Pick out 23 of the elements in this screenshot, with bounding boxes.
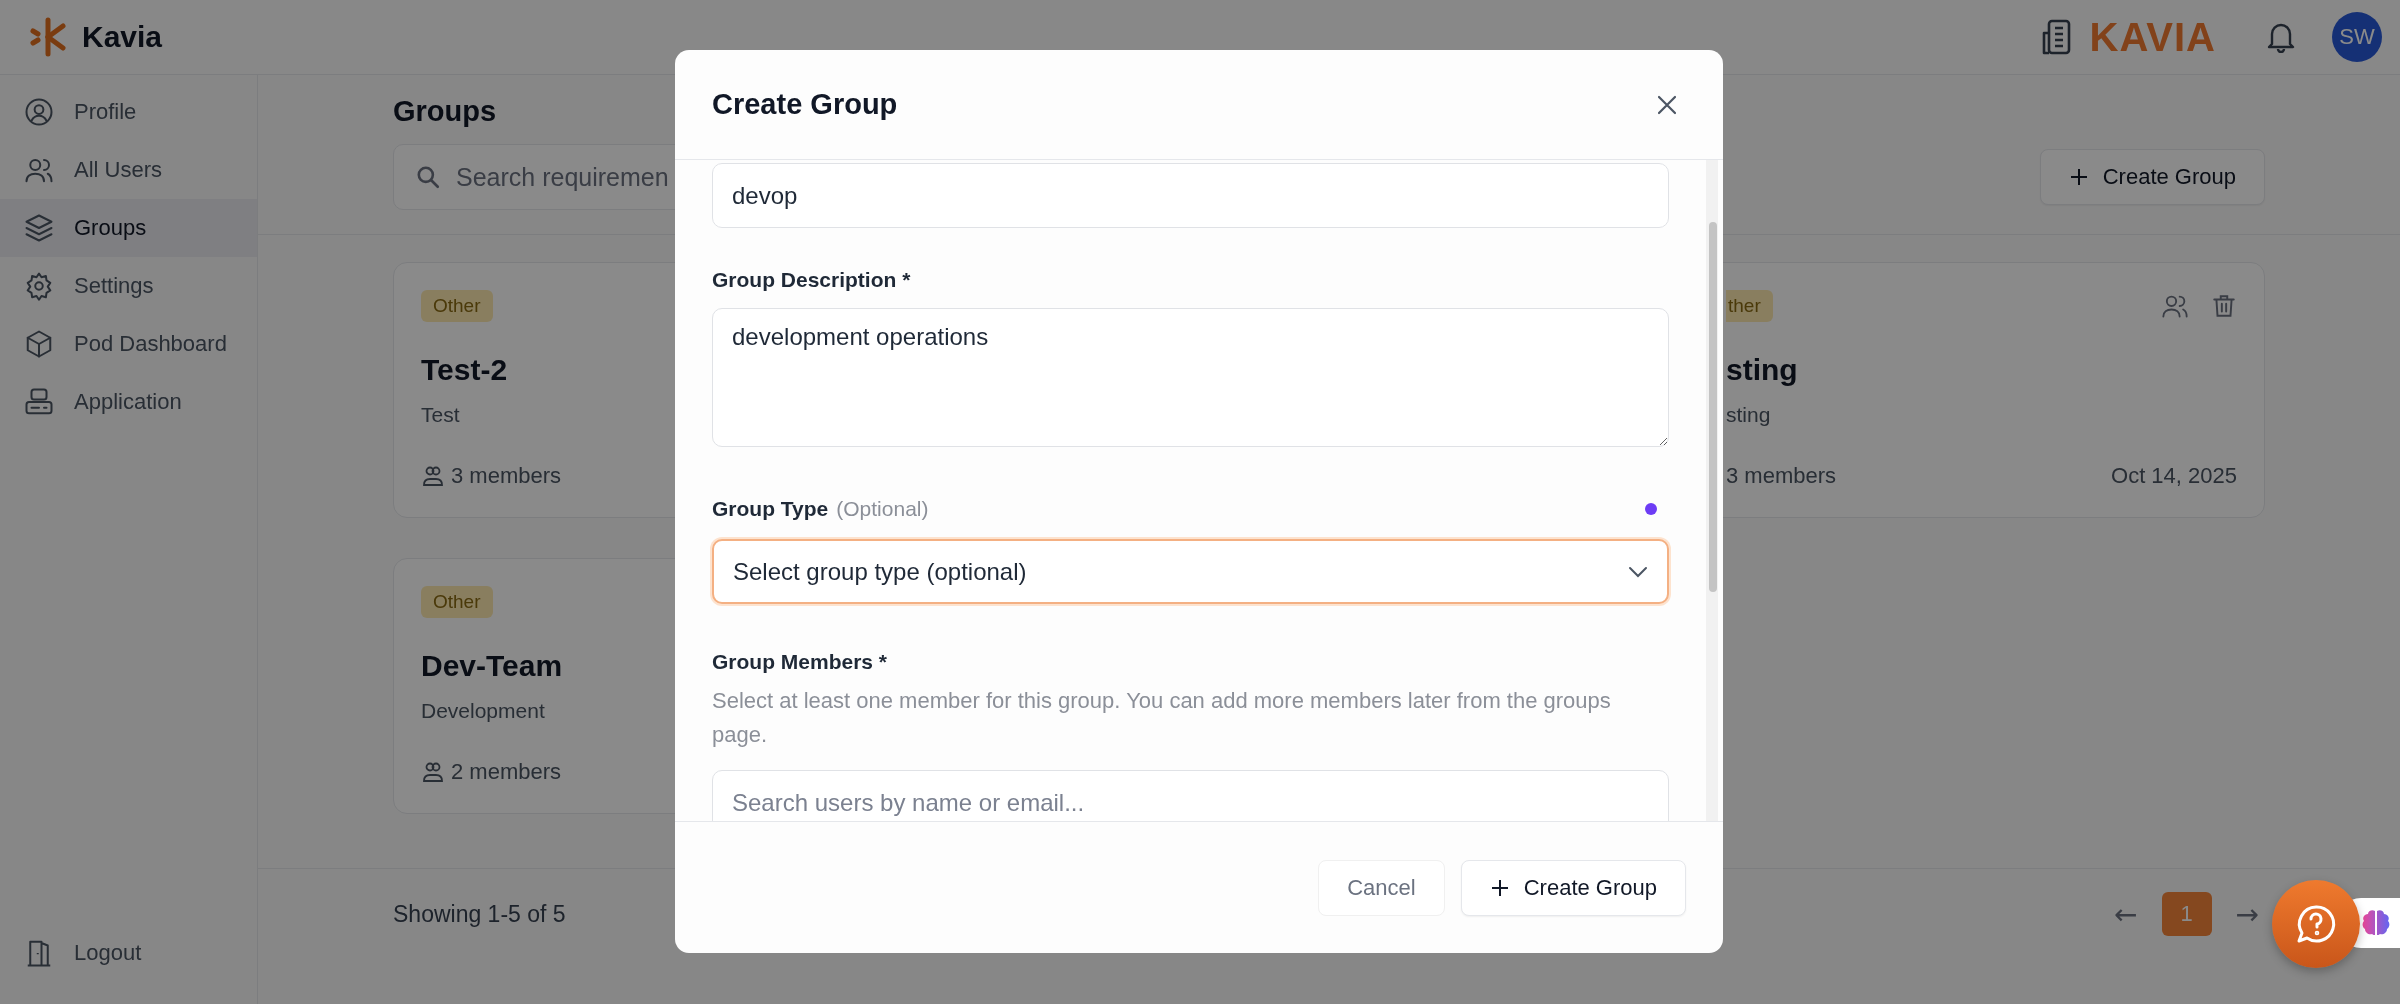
member-count: 3 members	[1726, 463, 1837, 489]
dialog-title: Create Group	[712, 88, 898, 121]
field-label: Group Members *	[712, 650, 889, 674]
field-label: Group Type	[712, 497, 829, 521]
group-name: Test-2	[421, 353, 508, 387]
group-description: Test	[421, 403, 460, 427]
group-type-tag: Other	[421, 290, 493, 322]
created-date: Oct 14, 2025	[2111, 463, 2237, 489]
group-type-tag: Other	[421, 586, 493, 618]
page-title: Groups	[393, 95, 497, 128]
optional-hint: (Optional)	[836, 497, 929, 521]
group-description: Development	[421, 699, 545, 723]
group-name: Dev-Team	[421, 649, 563, 683]
app-name: Kavia	[82, 20, 163, 54]
brand-wordmark: KAVIA	[2089, 14, 2216, 60]
member-count: 2 members	[451, 759, 562, 785]
helper-text: Select at least one member for this group. You can add more members later from the groups page.	[712, 687, 1612, 749]
group-name: sting	[1726, 353, 1798, 387]
group-type-tag: ther	[1726, 290, 1773, 322]
results-summary: Showing 1-5 of 5	[393, 900, 566, 928]
group-description: sting	[1726, 403, 1771, 427]
field-label: Group Description *	[712, 268, 912, 292]
member-count: 3 members	[451, 463, 562, 489]
